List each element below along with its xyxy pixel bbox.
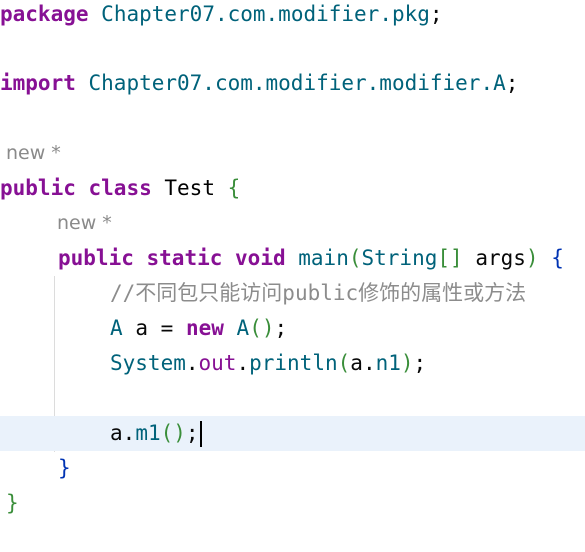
variable-name: a bbox=[135, 316, 148, 340]
semicolon: ; bbox=[413, 351, 427, 375]
keyword-package: package bbox=[0, 2, 89, 26]
class-name: Test bbox=[164, 176, 215, 200]
out-field: out bbox=[198, 351, 237, 375]
method-name: main bbox=[298, 246, 349, 270]
brace-close: } bbox=[6, 491, 19, 515]
semicolon: ; bbox=[185, 421, 199, 445]
dot: . bbox=[362, 351, 376, 375]
paren-close: ) bbox=[400, 351, 414, 375]
keyword-public: public bbox=[0, 176, 76, 200]
keyword-import: import bbox=[0, 71, 76, 95]
paren-open: ( bbox=[348, 246, 362, 270]
code-line-package[interactable]: package Chapter07.com.modifier.pkg; bbox=[0, 0, 585, 32]
keyword-new: new bbox=[185, 316, 224, 340]
code-line-close-class[interactable]: } bbox=[0, 486, 585, 521]
comment-text-latin: public bbox=[282, 281, 359, 305]
brace-close: } bbox=[58, 456, 71, 480]
dot: . bbox=[236, 351, 250, 375]
system-class: System bbox=[110, 351, 186, 375]
semicolon: ; bbox=[274, 316, 288, 340]
code-line-import[interactable]: import Chapter07.com.modifier.modifier.A… bbox=[0, 66, 585, 101]
text-caret bbox=[199, 421, 202, 447]
keyword-static: static bbox=[146, 246, 223, 270]
code-editor[interactable]: package Chapter07.com.modifier.pkg; impo… bbox=[0, 0, 585, 552]
constructor-name: A bbox=[236, 316, 250, 340]
code-line-empty[interactable] bbox=[0, 381, 585, 416]
paren-close: ) bbox=[525, 246, 539, 270]
keyword-class: class bbox=[88, 176, 152, 200]
field-n1: n1 bbox=[375, 351, 401, 375]
usage-hint-method[interactable]: new * bbox=[57, 206, 112, 241]
package-name: Chapter07.com.modifier.pkg bbox=[101, 2, 430, 26]
dot: . bbox=[122, 421, 136, 445]
code-line-close-method[interactable]: } bbox=[0, 451, 585, 486]
usage-hint-class[interactable]: new * bbox=[6, 136, 61, 171]
code-line-method-call[interactable]: a.m1(); bbox=[0, 416, 585, 451]
object-ref: a bbox=[110, 421, 123, 445]
parens: () bbox=[160, 421, 186, 445]
param-type: String bbox=[361, 246, 438, 270]
code-line-println[interactable]: System.out.println(a.n1); bbox=[0, 346, 585, 381]
parens: () bbox=[249, 316, 275, 340]
equals-sign: = bbox=[160, 316, 174, 340]
object-ref: a bbox=[350, 351, 363, 375]
comment-text-2: 修饰的属性或方法 bbox=[358, 281, 527, 305]
param-name: args bbox=[475, 246, 526, 270]
semicolon: ; bbox=[429, 2, 443, 26]
comment-slashes: // bbox=[110, 281, 136, 305]
println-method: println bbox=[249, 351, 338, 375]
dot: . bbox=[185, 351, 199, 375]
code-line-class[interactable]: public class Test { bbox=[0, 171, 585, 206]
code-line-new-object[interactable]: A a = new A(); bbox=[0, 311, 585, 346]
type-name: A bbox=[110, 316, 123, 340]
semicolon: ; bbox=[505, 71, 519, 95]
brace-open: { bbox=[551, 246, 564, 270]
code-line-comment[interactable]: //不同包只能访问public修饰的属性或方法 bbox=[0, 276, 585, 311]
brace-open: { bbox=[227, 176, 241, 200]
import-name: Chapter07.com.modifier.modifier.A bbox=[88, 71, 506, 95]
code-line-main-method[interactable]: public static void main(String[] args) { bbox=[0, 241, 585, 276]
keyword-void: void bbox=[235, 246, 286, 270]
method-m1: m1 bbox=[135, 421, 161, 445]
paren-open: ( bbox=[337, 351, 351, 375]
comment-text-1: 不同包只能访问 bbox=[135, 281, 283, 305]
array-brackets: [] bbox=[437, 246, 463, 270]
keyword-public: public bbox=[58, 246, 134, 270]
